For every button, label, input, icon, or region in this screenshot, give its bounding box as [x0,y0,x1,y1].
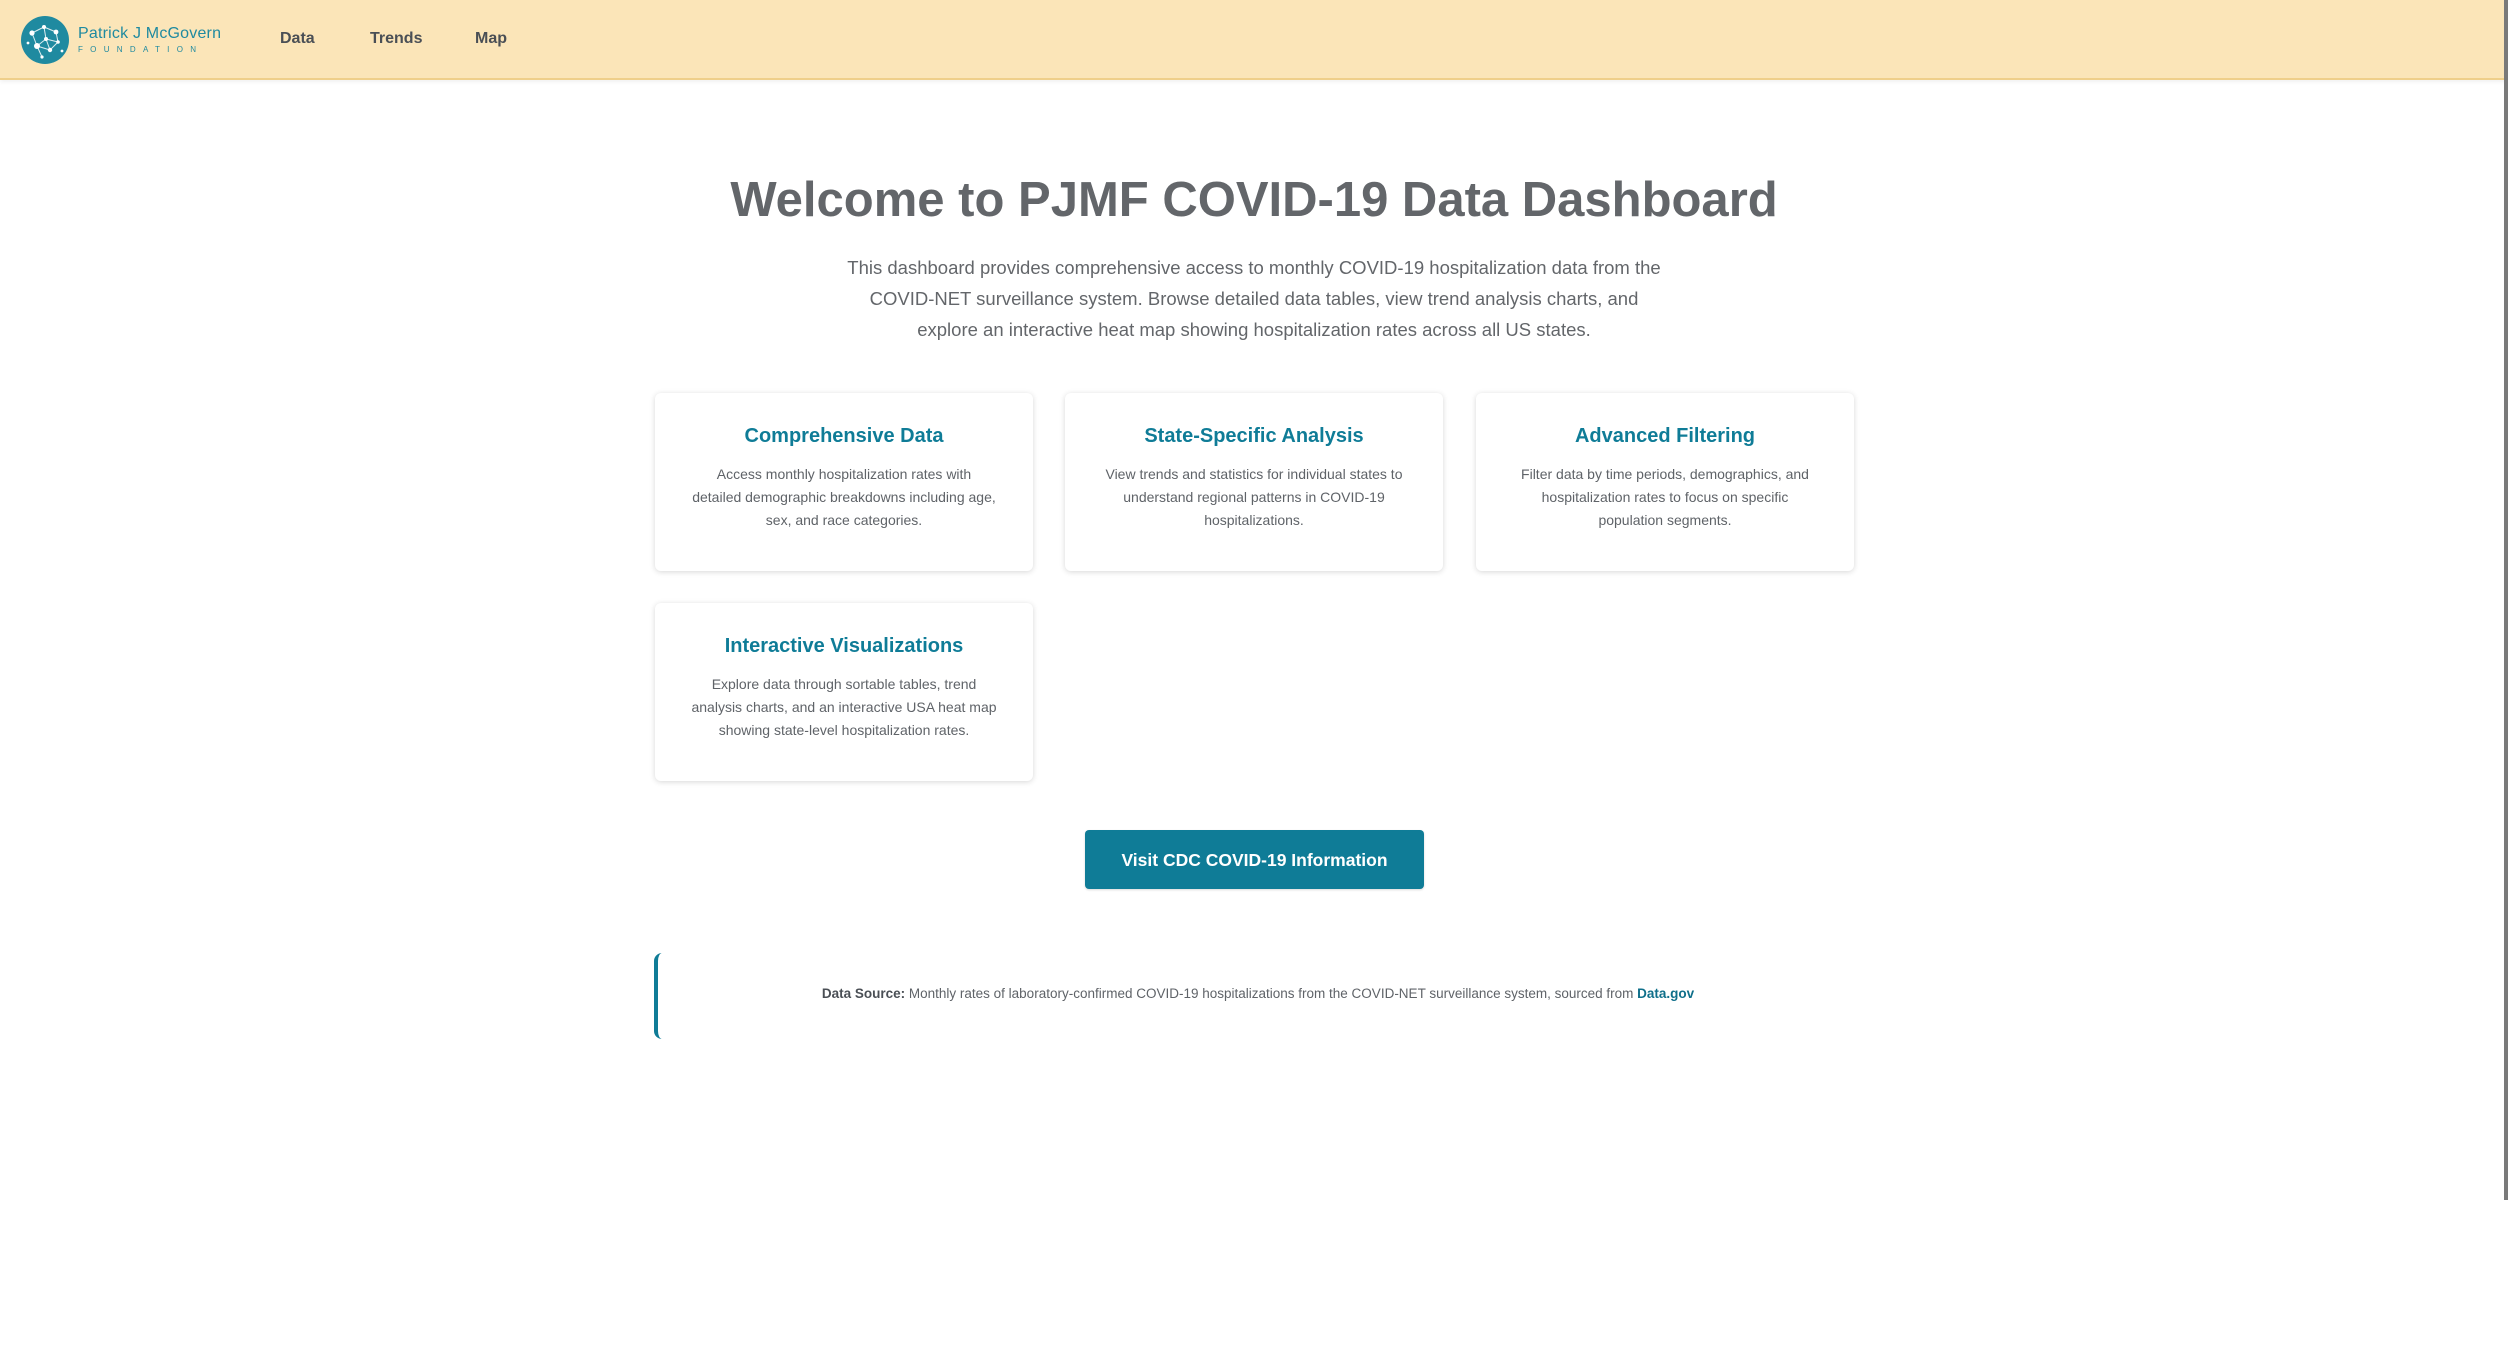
feature-card-advanced-filtering: Advanced Filtering Filter data by time p… [1476,393,1854,571]
feature-card-text: Filter data by time periods, demographic… [1521,466,1809,528]
data-source-description: Monthly rates of laboratory-confirmed CO… [905,986,1638,1001]
logo-name: Patrick J McGovern [78,25,222,42]
logo-text: Patrick J McGovern FOUNDATION [78,25,221,55]
feature-card-title: Comprehensive Data [744,425,944,447]
feature-card-text: Explore data through sortable tables, tr… [691,676,997,738]
nav-link-data[interactable]: Data [280,28,315,50]
feature-card-comprehensive-data: Comprehensive Data Access monthly hospit… [655,393,1033,571]
feature-card-title: Interactive Visualizations [724,635,964,657]
feature-card-interactive-visualizations: Interactive Visualizations Explore data … [655,603,1033,781]
data-gov-link[interactable]: Data.gov [1637,986,1694,1001]
feature-card-text: Access monthly hospitalization rates wit… [692,466,996,528]
feature-card-state-specific-analysis: State-Specific Analysis View trends and … [1065,393,1443,571]
data-source-text: Data Source: Monthly rates of laboratory… [658,984,1858,1004]
nav-link-map[interactable]: Map [475,28,507,50]
feature-card-text: View trends and statistics for individua… [1105,466,1403,528]
visit-cdc-button[interactable]: Visit CDC COVID-19 Information [1085,830,1424,889]
data-source-label: Data Source: [821,986,906,1001]
page-description: This dashboard provides comprehensive ac… [847,257,1661,340]
logo-subtitle: FOUNDATION [78,45,204,54]
page-title: Welcome to PJMF COVID-19 Data Dashboard [730,173,1778,227]
nav-link-trends[interactable]: Trends [370,28,422,50]
data-source-note: Data Source: Monthly rates of laboratory… [654,953,1854,1039]
feature-card-title: Advanced Filtering [1574,425,1756,447]
feature-card-title: State-Specific Analysis [1144,425,1364,447]
top-navbar: Patrick J McGovern FOUNDATION Data Trend… [0,0,2508,80]
network-globe-icon [21,16,69,64]
pjmf-logo[interactable]: Patrick J McGovern FOUNDATION [20,14,221,66]
